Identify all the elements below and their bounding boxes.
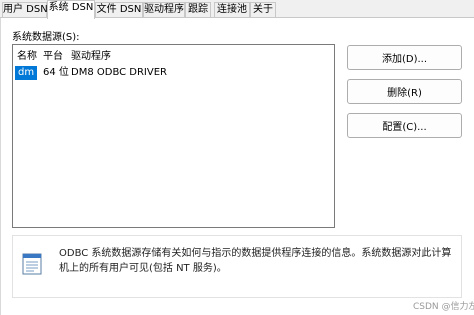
tab-tracing[interactable]: 跟踪 — [185, 2, 211, 18]
database-document-icon — [22, 253, 42, 275]
column-header-driver[interactable]: 驱动程序 — [71, 47, 111, 62]
watermark: CSDN @信力左手 — [413, 302, 474, 312]
column-header-name[interactable]: 名称 — [17, 47, 37, 62]
tab-file-dsn[interactable]: 文件 DSN — [95, 2, 143, 18]
dsn-platform: 64 位 — [43, 67, 69, 78]
add-button[interactable]: 添加(D)... — [347, 45, 462, 70]
system-dsn-panel: 系统数据源(S): 名称 平台 驱动程序 dm 64 位 DM8 ODBC DR… — [0, 18, 474, 315]
list-label: 系统数据源(S): — [12, 32, 80, 43]
dsn-driver: DM8 ODBC DRIVER — [71, 67, 167, 78]
info-box: ODBC 系统数据源存储有关如何与指示的数据提供程序连接的信息。系统数据源对此计… — [12, 235, 462, 298]
list-item[interactable]: dm 64 位 DM8 ODBC DRIVER — [15, 66, 315, 80]
info-text: ODBC 系统数据源存储有关如何与指示的数据提供程序连接的信息。系统数据源对此计… — [59, 248, 452, 274]
system-dsn-listbox[interactable]: 名称 平台 驱动程序 dm 64 位 DM8 ODBC DRIVER — [12, 44, 335, 228]
dsn-name[interactable]: dm — [15, 66, 38, 80]
remove-button[interactable]: 删除(R) — [347, 79, 462, 104]
column-header-platform[interactable]: 平台 — [43, 47, 63, 62]
tab-user-dsn[interactable]: 用户 DSN — [2, 2, 48, 18]
tab-system-dsn[interactable]: 系统 DSN — [47, 0, 95, 19]
tab-connection-pooling[interactable]: 连接池 — [214, 2, 250, 18]
tab-strip: 用户 DSN 系统 DSN 文件 DSN 驱动程序 跟踪 连接池 关于 — [0, 0, 474, 19]
configure-button[interactable]: 配置(C)... — [347, 113, 462, 138]
tab-drivers[interactable]: 驱动程序 — [143, 2, 185, 18]
tab-about[interactable]: 关于 — [250, 2, 276, 18]
